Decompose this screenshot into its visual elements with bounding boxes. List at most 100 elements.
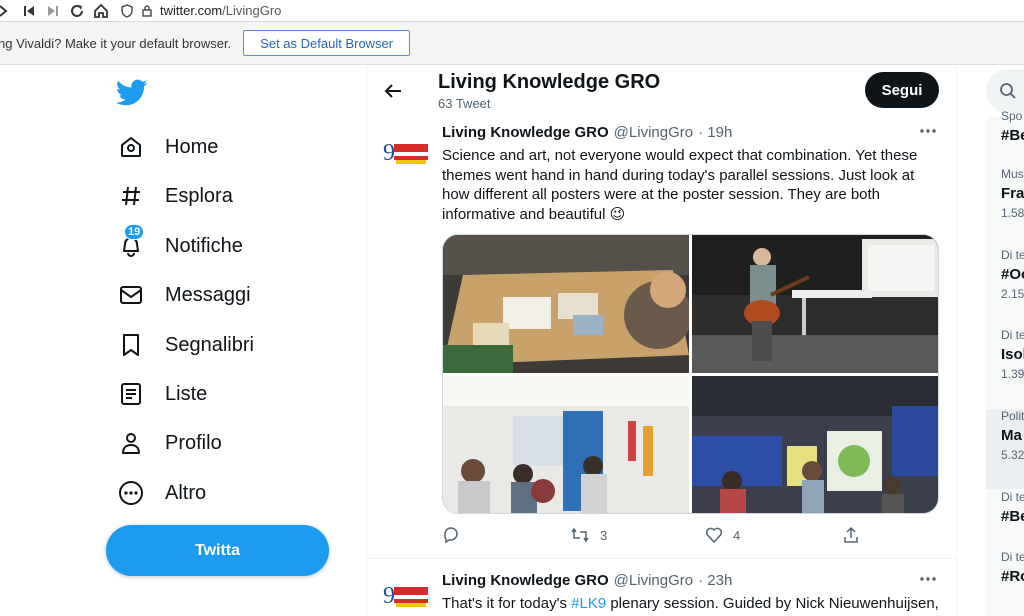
sidebar-item-messaggi[interactable]: Messaggi — [118, 277, 251, 313]
retweet-icon — [571, 527, 589, 543]
trend-category: Mus — [1001, 167, 1024, 181]
envelope-icon — [118, 282, 144, 308]
more-options-icon[interactable] — [919, 122, 937, 145]
trend-item[interactable]: Di te #Ro — [1001, 550, 1024, 585]
url-host: twitter.com — [160, 3, 223, 18]
more-options-icon[interactable] — [919, 570, 937, 593]
trend-item[interactable]: Di te #Oo 2.15 — [1001, 248, 1024, 301]
avatar[interactable]: 9 — [382, 573, 430, 616]
tweet-time[interactable]: · 19h — [698, 124, 732, 141]
sidebar-item-liste[interactable]: Liste — [118, 376, 207, 412]
sidebar-item-notifiche[interactable]: 19 Notifiche — [118, 224, 243, 264]
forward-icon[interactable] — [0, 2, 14, 20]
reload-icon[interactable] — [68, 2, 86, 20]
follow-button[interactable]: Segui — [865, 72, 939, 108]
trend-item[interactable]: Di te Isol 1.39 — [1001, 328, 1024, 381]
tweet-author-handle[interactable]: @LivingGro — [614, 124, 693, 141]
sidebar-item-segnalibri[interactable]: Segnalibri — [118, 327, 254, 363]
tweet-author-handle[interactable]: @LivingGro — [614, 572, 693, 589]
sidebar-item-label: Esplora — [165, 184, 233, 207]
sidebar-item-label: Notifiche — [165, 234, 243, 257]
person-icon — [118, 430, 144, 456]
bookmark-icon — [118, 332, 144, 358]
trend-category: Polit — [1001, 409, 1024, 423]
svg-text:9: 9 — [383, 140, 395, 166]
more-circle-icon — [118, 480, 144, 506]
trend-category: Di te — [1001, 550, 1024, 564]
tweet-author-name[interactable]: Living Knowledge GRO — [442, 572, 609, 589]
url-path: /LivingGro — [222, 3, 282, 18]
trend-title: #Be — [1001, 508, 1024, 525]
tweet-photo[interactable] — [443, 235, 689, 373]
fast-forward-icon[interactable] — [44, 2, 62, 20]
retweet-count: 3 — [600, 527, 608, 543]
trend-title: #Be — [1001, 127, 1024, 144]
retweet-button[interactable]: 3 — [570, 526, 607, 544]
default-browser-message: ng Vivaldi? Make it your default browser… — [0, 35, 232, 51]
trend-count: 5.32 — [1001, 448, 1024, 462]
trend-title: Fra — [1001, 185, 1024, 202]
trend-category: Di te — [1001, 248, 1024, 262]
sidebar-item-label: Profilo — [165, 431, 222, 454]
trend-item[interactable]: Spo #Be — [1001, 109, 1024, 144]
like-button[interactable]: 4 — [705, 526, 740, 544]
trend-count: 2.15 — [1001, 287, 1024, 301]
tweet[interactable]: 9 Living Knowledge GRO @LivingGro · 19h … — [367, 118, 956, 612]
share-button[interactable] — [842, 526, 860, 544]
reply-button[interactable] — [442, 526, 470, 544]
trend-category: Di te — [1001, 328, 1024, 342]
sidebar-item-home[interactable]: Home — [118, 129, 218, 165]
lock-icon — [142, 4, 152, 17]
hashtag-icon — [118, 183, 144, 209]
rewind-icon[interactable] — [20, 2, 38, 20]
sidebar-item-esplora[interactable]: Esplora — [118, 178, 233, 214]
avatar[interactable]: 9 — [382, 130, 430, 178]
notification-badge: 19 — [124, 224, 145, 240]
trend-count: 1.39 — [1001, 367, 1024, 381]
sidebar-item-label: Home — [165, 135, 219, 158]
tweet-photo-grid — [442, 234, 939, 514]
tweet-button[interactable]: Twitta — [106, 525, 329, 576]
tweet-text: That's it for today's #LK9 plenary sessi… — [442, 594, 942, 614]
home-icon — [118, 134, 144, 160]
trend-category: Di te — [1001, 490, 1024, 504]
sidebar-item-label: Liste — [165, 382, 208, 405]
trend-item[interactable]: Di te #Be — [1001, 490, 1024, 525]
profile-header: Living Knowledge GRO 63 Tweet Segui — [367, 65, 956, 118]
trend-item[interactable]: Polit Ma 5.32 — [1001, 409, 1024, 462]
tweet-text-part: plenary session. Guided by Nick Nieuwenh… — [606, 595, 939, 612]
browser-toolbar: twitter.com/LivingGro — [0, 0, 1024, 22]
trend-item[interactable]: Mus Fra 1.58 — [1001, 167, 1024, 220]
trend-count: 1.58 — [1001, 206, 1024, 220]
back-arrow-icon[interactable] — [383, 81, 403, 106]
address-bar[interactable]: twitter.com/LivingGro — [120, 3, 281, 18]
trend-title: Ma — [1001, 427, 1022, 444]
trend-category: Spo — [1001, 109, 1023, 123]
set-default-browser-button[interactable]: Set as Default Browser — [243, 30, 411, 56]
trend-title: #Ro — [1001, 568, 1024, 585]
tweet-text-part: That's it for today's — [442, 595, 572, 612]
tweet-photo[interactable] — [692, 235, 938, 373]
tweet-author-name[interactable]: Living Knowledge GRO — [442, 124, 609, 141]
search-icon — [1000, 83, 1016, 99]
search-field[interactable] — [986, 69, 1024, 113]
sidebar-item-label: Messaggi — [165, 283, 251, 306]
tweet-photo[interactable] — [443, 376, 689, 513]
tweet[interactable]: 9 Living Knowledge GRO @LivingGro · 23h … — [367, 559, 956, 616]
list-icon — [118, 381, 144, 407]
bell-icon: 19 — [118, 224, 145, 259]
share-icon — [844, 526, 858, 543]
hashtag-link[interactable]: #LK9 — [571, 595, 606, 612]
tweet-time[interactable]: · 23h — [698, 572, 732, 589]
home-browser-icon[interactable] — [92, 2, 110, 20]
tweet-count: 63 Tweet — [438, 96, 491, 111]
profile-name: Living Knowledge GRO — [438, 71, 661, 93]
trends-panel: Spo #Be Mus Fra 1.58 Di te #Oo 2.15 Di t… — [986, 109, 1024, 616]
tweet-header: Living Knowledge GRO @LivingGro · 23h — [442, 572, 732, 589]
heart-icon — [705, 527, 723, 544]
sidebar-item-profilo[interactable]: Profilo — [118, 425, 222, 461]
sidebar-item-altro[interactable]: Altro — [118, 475, 206, 511]
default-browser-bar: ng Vivaldi? Make it your default browser… — [0, 22, 1024, 65]
twitter-logo-icon[interactable] — [115, 79, 148, 112]
tweet-photo[interactable] — [692, 376, 938, 513]
